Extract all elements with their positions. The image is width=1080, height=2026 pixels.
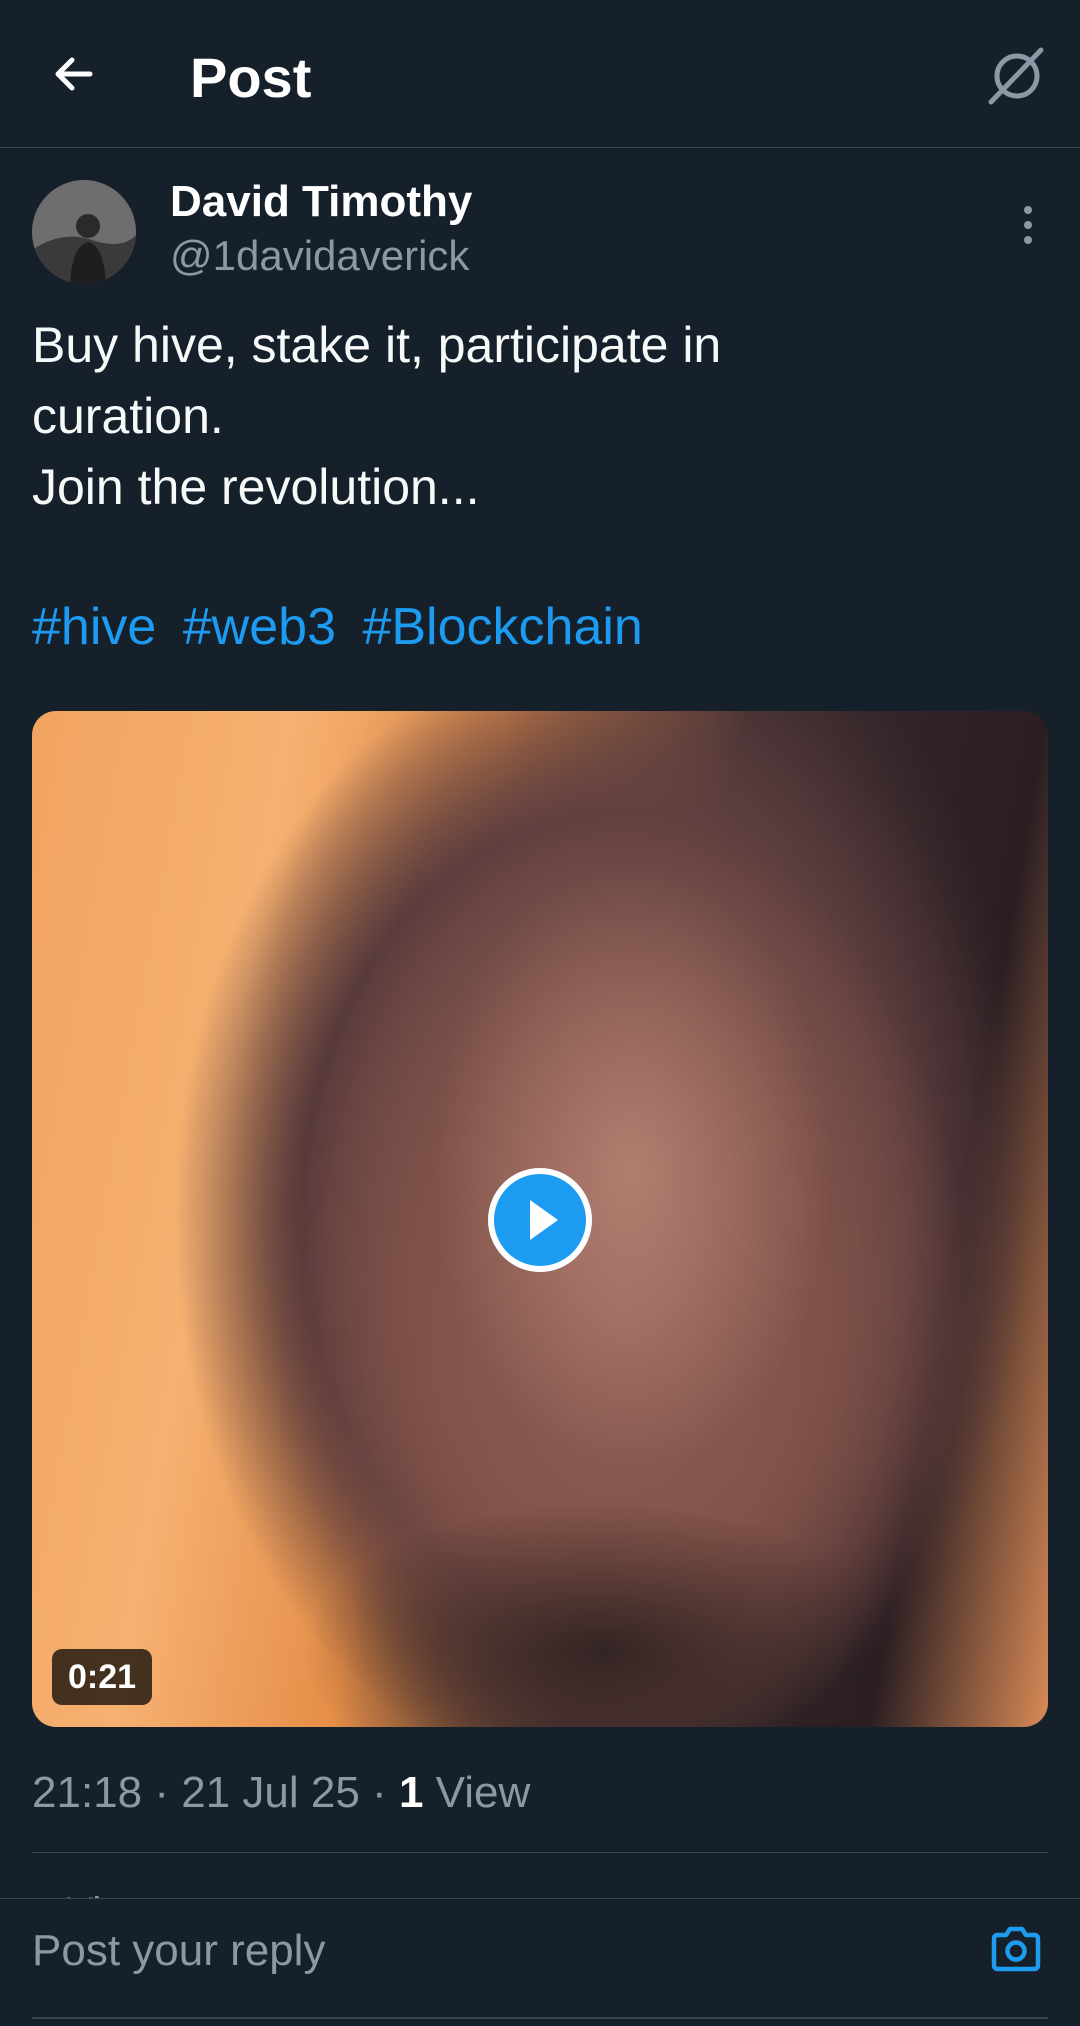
play-button[interactable] bbox=[488, 1168, 592, 1272]
meta-separator: · bbox=[372, 1768, 387, 1817]
video-frame-detail bbox=[302, 1471, 902, 1727]
reply-input[interactable]: Post your reply bbox=[32, 1923, 325, 1979]
grok-icon bbox=[988, 47, 1044, 105]
avatar-image bbox=[32, 180, 136, 284]
camera-button[interactable] bbox=[988, 1921, 1044, 1977]
views-count: 1 bbox=[398, 1768, 424, 1817]
post-text: Buy hive, stake it, participate in curat… bbox=[32, 310, 1032, 523]
post-text-line: curation. bbox=[32, 388, 224, 444]
top-app-bar: Post bbox=[0, 0, 1080, 148]
views-label: View bbox=[435, 1768, 531, 1817]
more-options-button[interactable] bbox=[1010, 200, 1046, 250]
page-title: Post bbox=[190, 46, 312, 109]
post-meta: 21:18 · 21 Jul 25 · 1 View bbox=[32, 1765, 530, 1821]
post-date: 21 Jul 25 bbox=[181, 1768, 360, 1817]
camera-icon bbox=[991, 1926, 1041, 1972]
author-display-name[interactable]: David Timothy bbox=[170, 176, 472, 228]
video-player[interactable]: 0:21 bbox=[32, 711, 1048, 1727]
meta-separator: · bbox=[154, 1768, 169, 1817]
reply-composer: Post your reply bbox=[0, 1898, 1080, 2026]
more-vertical-icon bbox=[1024, 206, 1032, 244]
play-icon bbox=[530, 1200, 558, 1240]
post-time: 21:18 bbox=[32, 1768, 143, 1817]
reply-input-underline bbox=[32, 2017, 1048, 2019]
post-text-line: Join the revolution... bbox=[32, 459, 480, 515]
video-duration-badge: 0:21 bbox=[52, 1649, 153, 1705]
avatar[interactable] bbox=[32, 180, 136, 284]
post-text-line: Buy hive, stake it, participate in bbox=[32, 317, 722, 373]
author-handle[interactable]: @1davidaverick bbox=[170, 230, 469, 282]
hashtag-link[interactable]: #web3 bbox=[183, 598, 336, 656]
hashtag-link[interactable]: #hive bbox=[32, 598, 156, 656]
back-button[interactable] bbox=[44, 44, 104, 104]
hashtag-link[interactable]: #Blockchain bbox=[362, 598, 642, 656]
grok-button[interactable] bbox=[985, 44, 1049, 108]
divider bbox=[32, 1852, 1048, 1853]
arrow-left-icon bbox=[55, 57, 93, 91]
hashtag-list: #hive #web3 #Blockchain bbox=[32, 592, 655, 662]
